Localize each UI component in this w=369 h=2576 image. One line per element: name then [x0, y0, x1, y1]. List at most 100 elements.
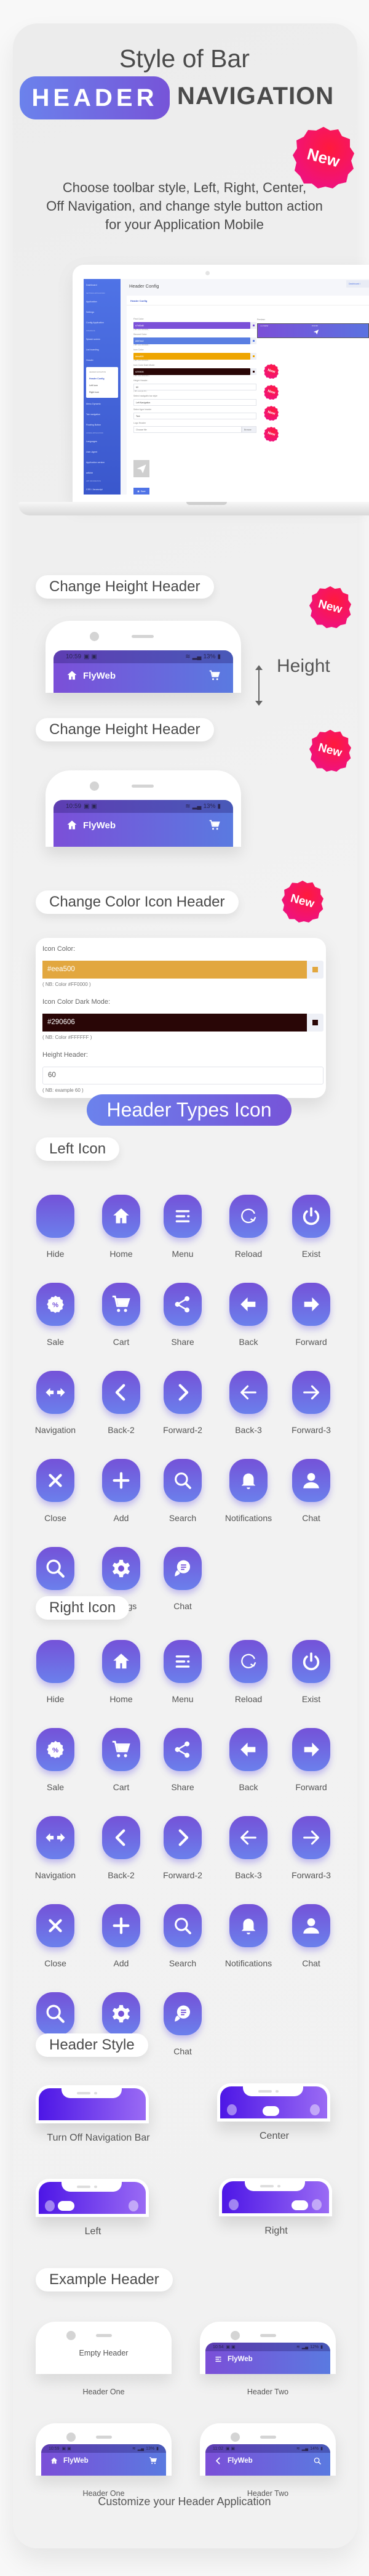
icon-option[interactable]: Home — [90, 1640, 152, 1704]
icon-color-input[interactable]: #eea500 — [133, 353, 250, 360]
icon-tile[interactable] — [36, 1371, 74, 1414]
icon-option[interactable]: Forward-2 — [152, 1371, 213, 1435]
icon-option[interactable]: Exist — [280, 1195, 342, 1259]
icon-option[interactable]: Notifications — [218, 1459, 279, 1523]
icon-tile[interactable] — [164, 1904, 202, 1947]
example-header-menu[interactable]: 10:54 ▣ ▣ ≋ ▂▄ 12% ▮ FlyWeb — [200, 2322, 336, 2374]
icon-option[interactable]: Share — [152, 1728, 213, 1792]
sidebar-item[interactable]: CSS / Javascript — [86, 485, 118, 495]
menu-icon[interactable] — [214, 2355, 223, 2364]
icon-tile[interactable] — [102, 1283, 140, 1326]
sidebar-item[interactable]: Settings — [86, 307, 118, 318]
search-icon[interactable] — [313, 2457, 322, 2465]
icon-tile[interactable] — [36, 1547, 74, 1590]
example-header-empty[interactable]: Empty Header — [36, 2322, 172, 2374]
icon-tile[interactable] — [36, 1195, 74, 1238]
icon-option[interactable]: Close — [25, 1904, 86, 1968]
icon-tile[interactable] — [292, 1904, 330, 1947]
icon-tile[interactable] — [292, 1283, 330, 1326]
icon-tile[interactable] — [164, 1547, 202, 1590]
icon-option[interactable]: Forward-2 — [152, 1816, 213, 1880]
icon-tile[interactable] — [229, 1283, 268, 1326]
color-swatch[interactable] — [250, 322, 256, 329]
icon-option[interactable]: Forward — [280, 1283, 342, 1347]
header-style-option-left[interactable] — [36, 2179, 149, 2217]
icon-option[interactable]: Reload — [218, 1195, 279, 1259]
sidebar-item[interactable]: Tab navigation — [86, 410, 118, 420]
icon-color-input[interactable]: #eea500 — [42, 961, 307, 979]
icon-option[interactable]: Chat — [280, 1459, 342, 1523]
color-swatch[interactable] — [250, 337, 256, 344]
icon-option[interactable]: Home — [90, 1195, 152, 1259]
icon-option[interactable]: Hide — [25, 1640, 86, 1704]
icon-option[interactable]: Add — [90, 1904, 152, 1968]
height-header-input[interactable]: 60 — [42, 1067, 323, 1084]
icon-tile[interactable] — [102, 1904, 140, 1947]
icon-tile[interactable] — [292, 1640, 330, 1683]
sidebar-item[interactable]: Application — [86, 297, 118, 307]
logo-file-input[interactable]: Choose file — [133, 426, 242, 433]
icon-tile[interactable] — [292, 1728, 330, 1771]
icon-tile[interactable] — [292, 1371, 330, 1414]
sidebar-item[interactable]: Config Application — [86, 318, 118, 328]
icon-option[interactable]: Back — [218, 1283, 279, 1347]
home-icon[interactable] — [66, 669, 78, 682]
icon-tile[interactable] — [102, 1816, 140, 1859]
icon-tile[interactable] — [102, 1547, 140, 1590]
icon-tile[interactable] — [164, 1816, 202, 1859]
icon-option[interactable]: Close — [25, 1459, 86, 1523]
submenu-item[interactable]: Left Icon — [89, 382, 115, 389]
icon-option[interactable]: Cart — [90, 1283, 152, 1347]
submenu-item[interactable]: Header Config — [89, 376, 115, 382]
icon-tile[interactable] — [102, 1992, 140, 2035]
header-style-option-off[interactable] — [36, 2085, 149, 2123]
sidebar-item[interactable]: User-Agent — [86, 447, 118, 458]
icon-option[interactable]: Forward — [280, 1728, 342, 1792]
example-header-back-search[interactable]: 11:02 ▣ ▣ ≋ ▂▄ 14% ▮ FlyWeb — [200, 2423, 336, 2476]
header-style-option-center[interactable] — [217, 2083, 330, 2122]
icon-option[interactable]: Back-3 — [218, 1371, 279, 1435]
icon-tile[interactable]: % — [36, 1283, 74, 1326]
save-button[interactable]: ▣ Save — [133, 488, 149, 495]
admin-breadcrumb[interactable]: Dashboard / — [346, 280, 369, 288]
icon-option[interactable]: Chat — [280, 1904, 342, 1968]
browse-button[interactable]: Browse — [242, 426, 256, 433]
sidebar-item[interactable]: Menu Dynamic — [86, 399, 118, 410]
example-header-home-cart[interactable]: 10:59 ▣ ▣ ≋ ▂▄ 13% ▮ FlyWeb — [36, 2423, 172, 2476]
icon-option[interactable]: Back-3 — [218, 1816, 279, 1880]
icon-option[interactable]: Chat — [152, 1992, 213, 2056]
first-color-input[interactable]: #7b50d8 — [133, 322, 250, 329]
icon-tile[interactable] — [102, 1640, 140, 1683]
icon-option[interactable]: Cart — [90, 1728, 152, 1792]
icon-tile[interactable] — [36, 1904, 74, 1947]
height-header-input[interactable]: 60 — [133, 384, 256, 390]
icon-tile[interactable]: % — [36, 1728, 74, 1771]
sidebar-item[interactable]: Languages — [86, 437, 118, 447]
icon-tile[interactable] — [292, 1195, 330, 1238]
sidebar-item[interactable]: Splash screen — [86, 334, 118, 345]
icon-tile[interactable] — [164, 1371, 202, 1414]
icon-tile[interactable] — [102, 1728, 140, 1771]
icon-tile[interactable] — [164, 1283, 202, 1326]
icon-tile[interactable] — [229, 1371, 268, 1414]
icon-tile[interactable] — [164, 1195, 202, 1238]
icon-tile[interactable] — [36, 1816, 74, 1859]
icon-option[interactable]: Back-2 — [90, 1816, 152, 1880]
icon-option[interactable]: Chat — [152, 1547, 213, 1611]
sidebar-item[interactable]: adMob — [86, 468, 118, 478]
icon-tile[interactable] — [36, 1459, 74, 1502]
icon-option[interactable]: % Sale — [25, 1283, 86, 1347]
icon-tile[interactable] — [229, 1728, 268, 1771]
color-swatch[interactable] — [250, 353, 256, 360]
icon-tile[interactable] — [292, 1816, 330, 1859]
second-color-input[interactable]: #597ee2 — [133, 337, 250, 344]
icon-option[interactable]: Menu — [152, 1195, 213, 1259]
icon-tile[interactable] — [36, 1640, 74, 1683]
icon-tile[interactable] — [229, 1904, 268, 1947]
icon-tile[interactable] — [164, 1640, 202, 1683]
icon-color-swatch[interactable] — [307, 961, 323, 979]
icon-tile[interactable] — [36, 1992, 74, 2035]
sidebar-item[interactable]: Header — [86, 355, 118, 366]
icon-option[interactable]: Navigation — [25, 1371, 86, 1435]
sidebar-item[interactable]: List boarding — [86, 345, 118, 355]
